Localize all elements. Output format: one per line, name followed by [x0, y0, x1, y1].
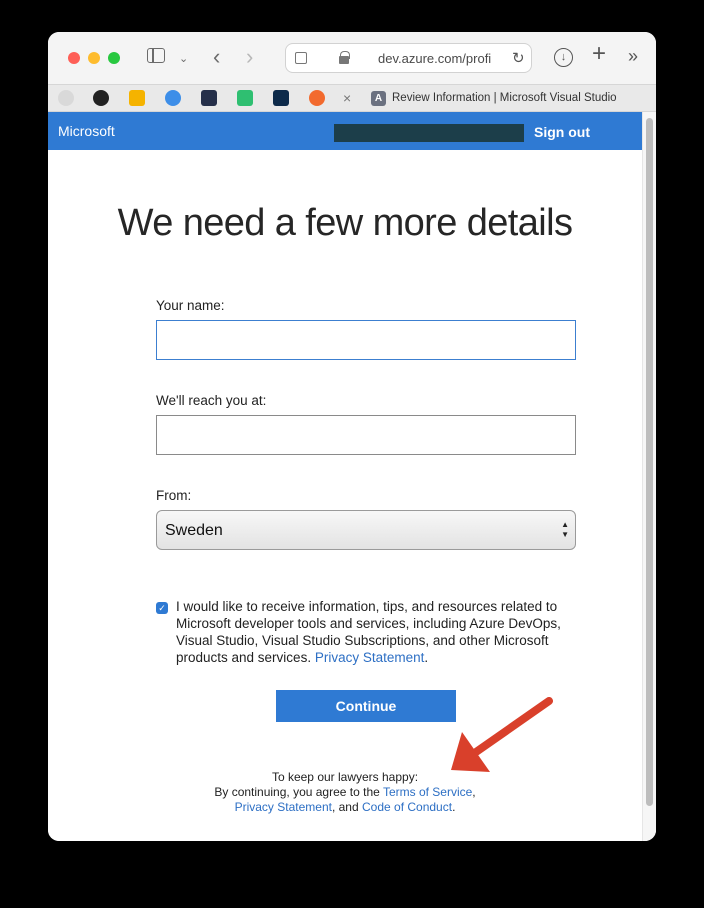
annotation-arrow-icon: [451, 697, 553, 772]
